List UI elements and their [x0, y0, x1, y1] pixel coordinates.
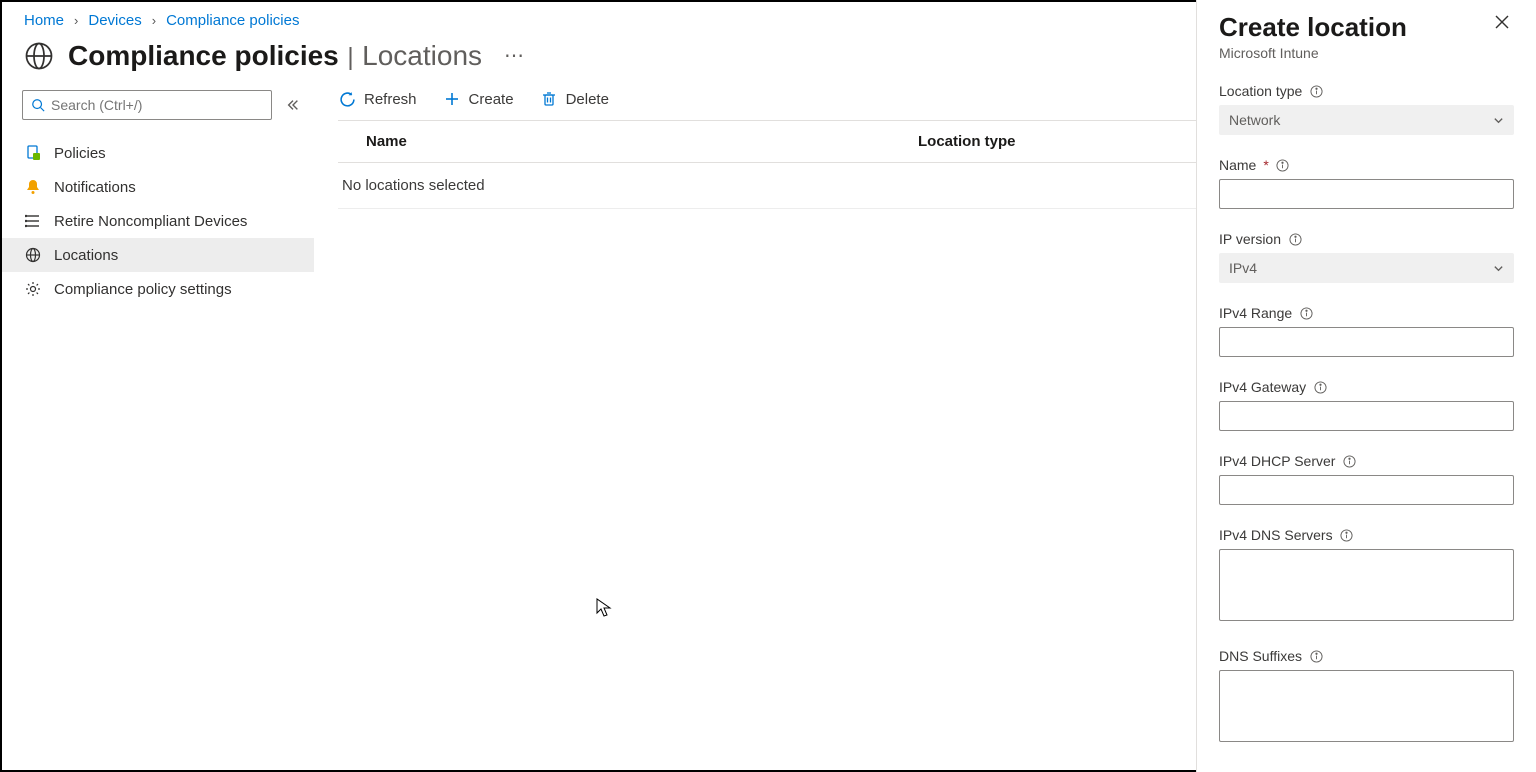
info-icon[interactable]	[1309, 84, 1323, 98]
ipv4-gateway-input[interactable]	[1219, 401, 1514, 431]
column-name[interactable]: Name	[338, 133, 918, 150]
globe-icon	[24, 41, 54, 71]
ipv4-dhcp-label: IPv4 DHCP Server	[1219, 453, 1335, 469]
panel-title: Create location	[1219, 12, 1407, 43]
select-value: Network	[1229, 112, 1280, 128]
info-icon[interactable]	[1288, 232, 1302, 246]
breadcrumb-devices[interactable]: Devices	[88, 12, 141, 29]
delete-button[interactable]: Delete	[540, 90, 609, 108]
select-value: IPv4	[1229, 260, 1257, 276]
plus-icon	[443, 90, 461, 108]
sidebar: Policies Notifications	[2, 90, 314, 770]
breadcrumb-home[interactable]: Home	[24, 12, 64, 29]
search-input-wrapper[interactable]	[22, 90, 272, 120]
refresh-button[interactable]: Refresh	[338, 90, 417, 108]
collapse-sidebar-button[interactable]	[280, 91, 306, 119]
create-location-panel: Create location Microsoft Intune Locatio…	[1196, 0, 1536, 772]
dns-suffixes-label: DNS Suffixes	[1219, 648, 1302, 664]
dns-suffixes-input[interactable]	[1219, 670, 1514, 742]
name-label: Name	[1219, 157, 1256, 173]
sidebar-item-retire[interactable]: Retire Noncompliant Devices	[2, 204, 314, 238]
sidebar-nav: Policies Notifications	[2, 136, 314, 306]
ipv4-dhcp-input[interactable]	[1219, 475, 1514, 505]
info-icon[interactable]	[1309, 649, 1323, 663]
info-icon[interactable]	[1313, 380, 1327, 394]
chevron-down-icon	[1493, 115, 1504, 126]
more-menu-button[interactable]: ⋯	[496, 39, 533, 72]
title-separator: |	[347, 43, 354, 71]
chevron-right-icon: ›	[152, 13, 156, 28]
ipv4-dns-input[interactable]	[1219, 549, 1514, 621]
bell-icon	[24, 178, 42, 196]
info-icon[interactable]	[1299, 306, 1313, 320]
gear-icon	[24, 280, 42, 298]
refresh-icon	[338, 90, 356, 108]
ip-version-label: IP version	[1219, 231, 1281, 247]
search-icon	[31, 98, 45, 112]
info-icon[interactable]	[1342, 454, 1356, 468]
location-type-label: Location type	[1219, 83, 1302, 99]
toolbar-label: Create	[469, 91, 514, 108]
sidebar-item-label: Compliance policy settings	[54, 281, 232, 298]
toolbar-label: Refresh	[364, 91, 417, 108]
sidebar-item-notifications[interactable]: Notifications	[2, 170, 314, 204]
breadcrumb-compliance[interactable]: Compliance policies	[166, 12, 299, 29]
sidebar-item-label: Locations	[54, 247, 118, 264]
list-icon	[24, 212, 42, 230]
globe-icon	[24, 246, 42, 264]
trash-icon	[540, 90, 558, 108]
ipv4-range-label: IPv4 Range	[1219, 305, 1292, 321]
sidebar-item-label: Retire Noncompliant Devices	[54, 213, 247, 230]
toolbar-label: Delete	[566, 91, 609, 108]
info-icon[interactable]	[1276, 158, 1290, 172]
page-title: Compliance policies	[68, 40, 339, 71]
ipv4-dns-label: IPv4 DNS Servers	[1219, 527, 1333, 543]
page-subtitle: Locations	[362, 40, 482, 71]
sidebar-item-locations[interactable]: Locations	[2, 238, 314, 272]
info-icon[interactable]	[1340, 528, 1354, 542]
sidebar-item-settings[interactable]: Compliance policy settings	[2, 272, 314, 306]
ipv4-gateway-label: IPv4 Gateway	[1219, 379, 1306, 395]
create-button[interactable]: Create	[443, 90, 514, 108]
panel-subtitle: Microsoft Intune	[1219, 45, 1407, 61]
sidebar-item-policies[interactable]: Policies	[2, 136, 314, 170]
ip-version-select[interactable]: IPv4	[1219, 253, 1514, 283]
sidebar-item-label: Notifications	[54, 179, 136, 196]
close-panel-button[interactable]	[1490, 12, 1514, 32]
chevron-down-icon	[1493, 263, 1504, 274]
ipv4-range-input[interactable]	[1219, 327, 1514, 357]
search-input[interactable]	[51, 97, 263, 113]
name-input[interactable]	[1219, 179, 1514, 209]
chevron-right-icon: ›	[74, 13, 78, 28]
policies-icon	[24, 144, 42, 162]
sidebar-item-label: Policies	[54, 145, 106, 162]
required-indicator: *	[1263, 157, 1268, 173]
location-type-select[interactable]: Network	[1219, 105, 1514, 135]
